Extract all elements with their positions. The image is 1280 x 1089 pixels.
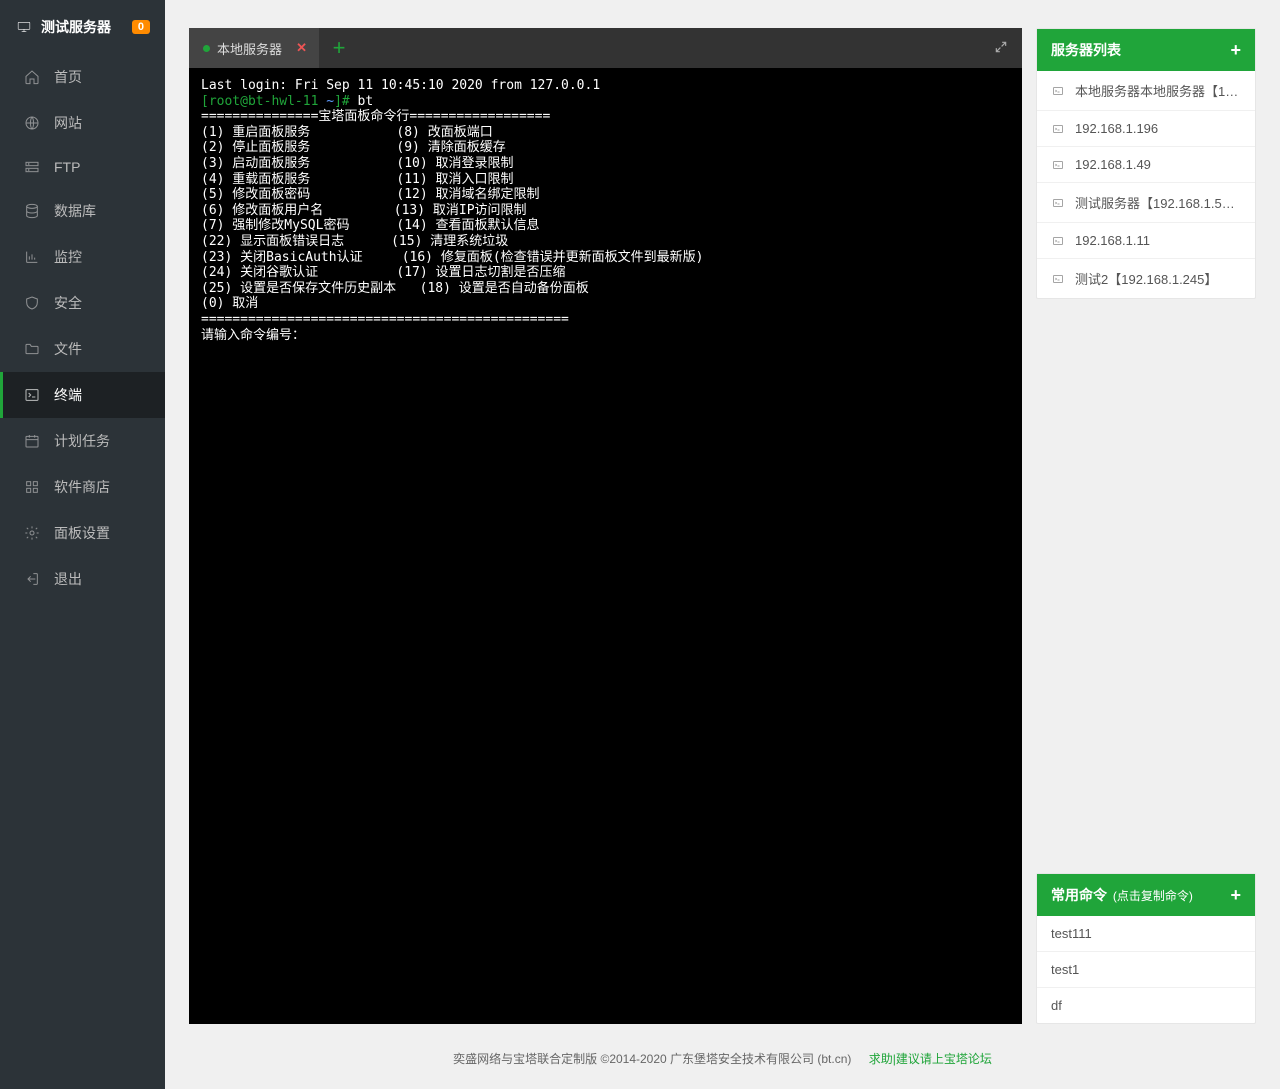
fullscreen-button[interactable] [994, 40, 1008, 57]
command-item[interactable]: df [1037, 987, 1255, 1023]
sidebar-item-label: 监控 [54, 247, 82, 267]
home-icon [24, 69, 40, 85]
sidebar-item-exit[interactable]: 退出 [0, 556, 165, 602]
monitor-icon [15, 20, 33, 34]
sidebar-item-label: 首页 [54, 67, 82, 87]
sidebar-item-grid[interactable]: 软件商店 [0, 464, 165, 510]
sidebar-item-label: 数据库 [54, 201, 96, 221]
server-list-item[interactable]: 192.168.1.11 [1037, 222, 1255, 258]
sidebar-item-calendar[interactable]: 计划任务 [0, 418, 165, 464]
sidebar-title-text: 测试服务器 [41, 17, 111, 37]
sidebar-item-label: 终端 [54, 385, 82, 405]
sidebar-item-shield[interactable]: 安全 [0, 280, 165, 326]
sidebar-item-label: 安全 [54, 293, 82, 313]
server-list-item[interactable]: 192.168.1.196 [1037, 110, 1255, 146]
sidebar-item-label: 文件 [54, 339, 82, 359]
commands-title: 常用命令 (点击复制命令) [1051, 885, 1193, 905]
sidebar-item-label: 网站 [54, 113, 82, 133]
ftp-icon [24, 159, 40, 175]
notification-badge[interactable]: 0 [132, 20, 150, 34]
grid-icon [24, 479, 40, 495]
main-area: 本地服务器 ✕ + Last login: Fri Sep 11 10:45:1… [165, 0, 1280, 1089]
gear-icon [24, 525, 40, 541]
sidebar-item-home[interactable]: 首页 [0, 54, 165, 100]
commands-card: 常用命令 (点击复制命令) + test111test1df [1036, 873, 1256, 1024]
terminal-panel: 本地服务器 ✕ + Last login: Fri Sep 11 10:45:1… [189, 28, 1022, 1024]
sidebar-item-label: FTP [54, 159, 80, 175]
sidebar-item-chart[interactable]: 监控 [0, 234, 165, 280]
exit-icon [24, 571, 40, 587]
terminal-tab-label: 本地服务器 [217, 39, 282, 58]
footer-link[interactable]: 求助|建议请上宝塔论坛 [869, 1052, 992, 1066]
server-list-item[interactable]: 192.168.1.49 [1037, 146, 1255, 182]
footer-text: 奕盛网络与宝塔联合定制版 ©2014-2020 广东堡塔安全技术有限公司 (bt… [453, 1052, 851, 1066]
terminal-small-icon [1051, 273, 1065, 285]
add-command-button[interactable]: + [1230, 888, 1241, 902]
sidebar-header: 测试服务器 0 [0, 0, 165, 54]
terminal-small-icon [1051, 235, 1065, 247]
sidebar-item-gear[interactable]: 面板设置 [0, 510, 165, 556]
sidebar-item-folder[interactable]: 文件 [0, 326, 165, 372]
database-icon [24, 203, 40, 219]
commands-header: 常用命令 (点击复制命令) + [1037, 874, 1255, 916]
sidebar-item-label: 面板设置 [54, 523, 110, 543]
expand-icon [994, 40, 1008, 54]
terminal-small-icon [1051, 123, 1065, 135]
terminal-small-icon [1051, 197, 1065, 209]
sidebar-nav: 首页网站 FTP 数据库监控安全文件终端计划任务软件商店面板设置退出 [0, 54, 165, 602]
sidebar-item-database[interactable]: 数据库 [0, 188, 165, 234]
server-list-item[interactable]: 测试2【192.168.1.245】 [1037, 258, 1255, 298]
terminal-output[interactable]: Last login: Fri Sep 11 10:45:10 2020 fro… [189, 68, 1022, 1024]
footer: 奕盛网络与宝塔联合定制版 ©2014-2020 广东堡塔安全技术有限公司 (bt… [165, 1024, 1280, 1089]
server-list-header: 服务器列表 + [1037, 29, 1255, 71]
sidebar-item-terminal[interactable]: 终端 [0, 372, 165, 418]
add-tab-button[interactable]: + [319, 35, 359, 61]
server-list-card: 服务器列表 + 本地服务器本地服务器【127.0.0....192.168.1.… [1036, 28, 1256, 299]
sidebar: 测试服务器 0 首页网站 FTP 数据库监控安全文件终端计划任务软件商店面板设置退出 [0, 0, 165, 1089]
globe-icon [24, 115, 40, 131]
sidebar-item-globe[interactable]: 网站 [0, 100, 165, 146]
command-item[interactable]: test1 [1037, 951, 1255, 987]
terminal-small-icon [1051, 85, 1065, 97]
terminal-tabs-bar: 本地服务器 ✕ + [189, 28, 1022, 68]
add-server-button[interactable]: + [1230, 43, 1241, 57]
server-list-item[interactable]: 本地服务器本地服务器【127.0.0.... [1037, 71, 1255, 110]
sidebar-item-label: 计划任务 [54, 431, 110, 451]
sidebar-item-label: 退出 [54, 569, 82, 589]
server-list-item[interactable]: 测试服务器【192.168.1.53】 [1037, 182, 1255, 222]
sidebar-item-label: 软件商店 [54, 477, 110, 497]
chart-icon [24, 249, 40, 265]
command-item[interactable]: test111 [1037, 916, 1255, 951]
terminal-small-icon [1051, 159, 1065, 171]
status-dot-icon [203, 45, 210, 52]
shield-icon [24, 295, 40, 311]
sidebar-item-ftp[interactable]: FTP [0, 146, 165, 188]
calendar-icon [24, 433, 40, 449]
right-panels: 服务器列表 + 本地服务器本地服务器【127.0.0....192.168.1.… [1036, 28, 1256, 1024]
server-list-title: 服务器列表 [1051, 40, 1121, 60]
folder-icon [24, 341, 40, 357]
server-name-title: 测试服务器 [15, 17, 111, 37]
terminal-icon [24, 387, 40, 403]
close-tab-icon[interactable]: ✕ [296, 40, 307, 56]
terminal-tab[interactable]: 本地服务器 ✕ [189, 28, 319, 68]
